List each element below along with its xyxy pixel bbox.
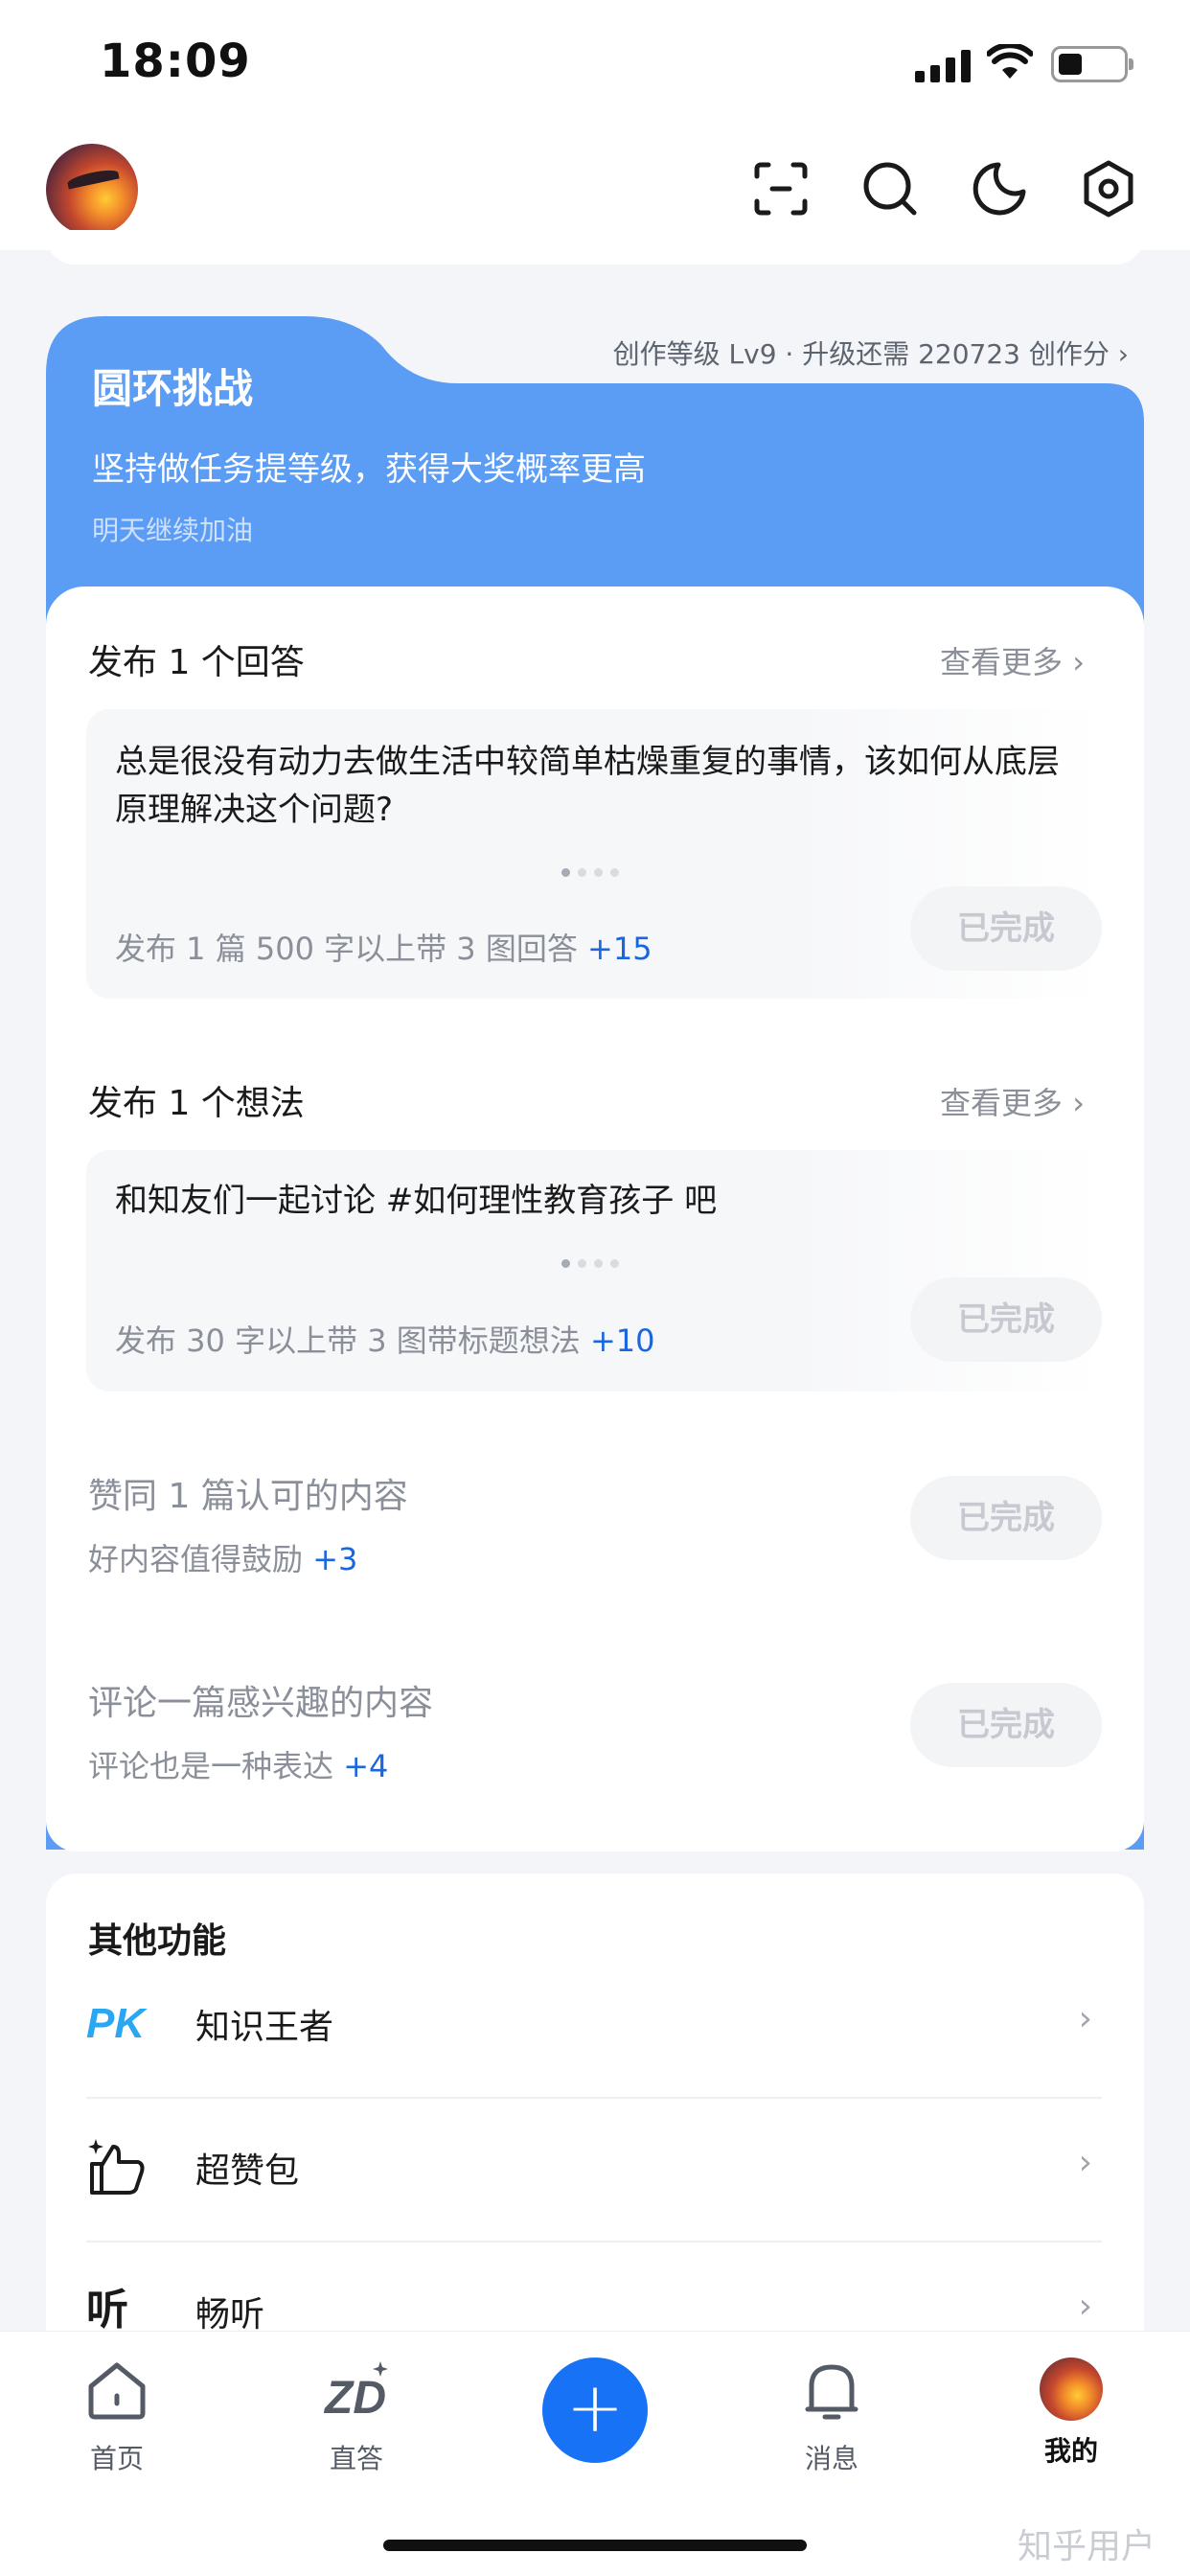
task-desc-idea: 发布 30 字以上带 3 图带标题想法 +10 — [115, 1317, 654, 1361]
status-bar: 18:09 — [0, 0, 1190, 129]
wifi-icon — [987, 44, 1033, 79]
cellular-signal-icon — [915, 48, 971, 82]
task-title-upvote: 赞同 1 篇认可的内容 — [88, 1477, 408, 1516]
challenge-title: 圆环挑战 — [92, 365, 254, 412]
chevron-right-icon: › — [1078, 2287, 1092, 2326]
task-desc-text: 评论也是一种表达 — [88, 1748, 334, 1784]
completed-button-idea[interactable]: 已完成 — [910, 1277, 1102, 1362]
creation-level-link[interactable]: 创作等级 Lv9 · 升级还需 220723 创作分 › — [613, 334, 1129, 372]
challenge-sub-slogan: 明天继续加油 — [92, 515, 254, 546]
plus-icon[interactable]: + — [542, 2358, 648, 2463]
tab-me[interactable]: 我的 — [1004, 2358, 1138, 2469]
tab-zhida[interactable]: ZD 直答 — [289, 2358, 423, 2476]
recommended-question[interactable]: 总是很没有动力去做生活中较简单枯燥重复的事情，该如何从底层原理解决这个问题? — [115, 738, 1083, 834]
menu-item-label: 畅听 — [195, 2295, 265, 2334]
avatar[interactable] — [46, 144, 138, 236]
task-bonus: +10 — [589, 1322, 655, 1359]
completed-button-upvote[interactable]: 已完成 — [910, 1476, 1102, 1560]
task-desc-text: 发布 30 字以上带 3 图带标题想法 — [115, 1322, 581, 1359]
task-desc-text: 好内容值得鼓励 — [88, 1541, 304, 1577]
task-title-comment: 评论一篇感兴趣的内容 — [88, 1684, 434, 1723]
completed-button-answer[interactable]: 已完成 — [910, 886, 1102, 971]
see-more-answer-link[interactable]: 查看更多 — [940, 638, 1085, 682]
tab-label: 消息 — [804, 2443, 858, 2474]
task-bonus: +15 — [587, 931, 652, 967]
task-desc-text: 发布 1 篇 500 字以上带 3 图回答 — [115, 931, 578, 967]
see-more-idea-link[interactable]: 查看更多 — [940, 1079, 1085, 1123]
avatar — [1040, 2358, 1103, 2421]
watermark: 知乎用户 — [1017, 2527, 1156, 2566]
settings-icon[interactable] — [1079, 159, 1138, 218]
home-indicator — [383, 2540, 807, 2551]
battery-icon — [1051, 46, 1133, 82]
zhida-icon: ZD — [323, 2361, 388, 2424]
menu-item-label: 超赞包 — [195, 2151, 300, 2191]
previous-card-bottom — [46, 230, 1144, 264]
tab-label: 首页 — [89, 2443, 144, 2474]
carousel-dots — [561, 868, 619, 877]
pk-icon: PK — [86, 2000, 148, 2047]
task-desc-answer: 发布 1 篇 500 字以上带 3 图回答 +15 — [115, 925, 652, 969]
chevron-right-icon: › — [1078, 2143, 1092, 2182]
tab-label: 我的 — [1043, 2435, 1098, 2467]
chevron-right-icon: › — [1078, 1999, 1092, 2038]
task-title-answer: 发布 1 个回答 — [88, 643, 305, 682]
completed-button-comment[interactable]: 已完成 — [910, 1683, 1102, 1767]
tab-label: 直答 — [329, 2443, 383, 2474]
task-desc-comment: 评论也是一种表达 +4 — [88, 1742, 388, 1786]
scan-icon[interactable] — [751, 159, 811, 218]
menu-item-label: 知识王者 — [195, 2008, 334, 2047]
thumbs-up-sparkle-icon — [88, 2139, 145, 2195]
task-bonus: +3 — [312, 1541, 358, 1577]
menu-item-super-upvote-pack[interactable]: 超赞包 › — [86, 2099, 1102, 2242]
carousel-dots — [561, 1259, 619, 1268]
task-bonus: +4 — [343, 1748, 389, 1784]
home-icon — [88, 2362, 146, 2420]
task-desc-upvote: 好内容值得鼓励 +3 — [88, 1535, 357, 1579]
challenge-slogan: 坚持做任务提等级，获得大奖概率更高 — [92, 450, 646, 489]
menu-item-knowledge-king[interactable]: PK 知识王者 › — [86, 1955, 1102, 2099]
tab-messages[interactable]: 消息 — [765, 2358, 899, 2476]
svg-text:ZD: ZD — [323, 2373, 386, 2424]
task-title-idea: 发布 1 个想法 — [88, 1084, 305, 1123]
bell-icon — [805, 2364, 858, 2420]
tab-home[interactable]: 首页 — [50, 2358, 184, 2476]
night-mode-icon[interactable] — [970, 159, 1029, 218]
recommended-topic[interactable]: 和知友们一起讨论 #如何理性教育孩子 吧 — [115, 1177, 1083, 1225]
status-time: 18:09 — [100, 34, 251, 88]
search-icon[interactable] — [860, 159, 920, 218]
